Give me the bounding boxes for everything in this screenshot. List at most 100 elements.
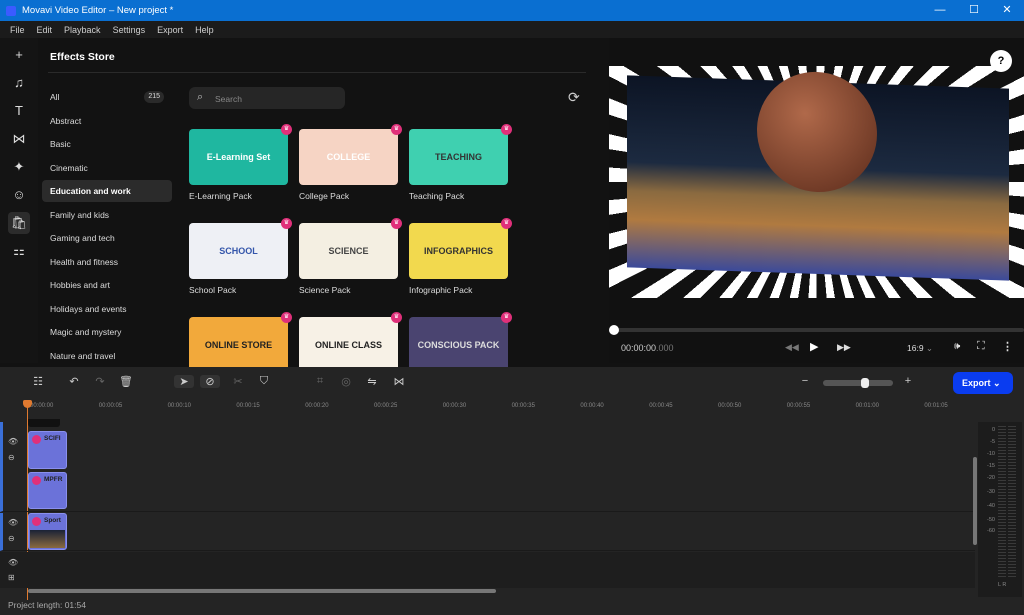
eye-icon[interactable]: 👁 (8, 437, 18, 446)
more-options-icon[interactable]: ⋮ (1002, 340, 1013, 353)
meter-channels: L R (998, 582, 1007, 588)
pack-card[interactable]: ONLINE STORE ♛ (189, 312, 292, 373)
category-item[interactable]: Abstract (42, 110, 172, 132)
pack-thumbnail[interactable]: SCIENCE (299, 223, 398, 279)
maximize-button[interactable]: ☐ (957, 0, 991, 21)
category-item[interactable]: Health and fitness (42, 251, 172, 273)
link-icon[interactable]: ⊖ (8, 534, 15, 543)
transitions-icon[interactable]: ⋈ (8, 128, 30, 150)
speed-icon[interactable]: ◎ (336, 375, 356, 388)
plus-icon[interactable]: + (8, 44, 30, 66)
zoom-slider[interactable] (823, 378, 893, 388)
crown-icon: ♛ (501, 124, 512, 135)
category-label: Holidays and events (50, 303, 127, 314)
minimize-button[interactable]: — (923, 0, 957, 21)
category-item[interactable]: Basic (42, 133, 172, 155)
redo-icon[interactable]: ↷ (90, 375, 110, 388)
category-item[interactable]: Education and work (42, 180, 172, 202)
category-item[interactable]: Holidays and events (42, 298, 172, 320)
pack-card[interactable]: E-Learning Set ♛ E-Learning Pack (189, 124, 292, 201)
pack-card[interactable]: SCHOOL ♛ School Pack (189, 218, 292, 295)
eye-icon[interactable]: 👁 (8, 518, 18, 527)
add-track-icon[interactable]: ☷ (28, 375, 48, 388)
razor-mode-icon[interactable]: ⊘ (200, 375, 220, 388)
pack-thumbnail[interactable]: SCHOOL (189, 223, 288, 279)
delete-icon[interactable]: 🗑 (116, 375, 136, 388)
category-label: Magic and mystery (50, 327, 122, 337)
track-overlay (0, 422, 975, 512)
pack-thumbnail[interactable]: ONLINE CLASS (299, 317, 398, 373)
menu-export[interactable]: Export (157, 25, 183, 35)
close-button[interactable]: ✕ (990, 0, 1024, 21)
timeline-clip[interactable]: Sport (28, 513, 67, 550)
menu-file[interactable]: File (10, 25, 25, 35)
fullscreen-icon[interactable]: ⛶ (977, 340, 985, 353)
text-icon[interactable]: T (8, 100, 30, 122)
pack-thumbnail[interactable]: COLLEGE (299, 129, 398, 185)
export-button[interactable]: Export ⌄ (953, 372, 1013, 394)
timeline-clip[interactable]: SCIFI (28, 431, 67, 469)
menu-edit[interactable]: Edit (37, 25, 53, 35)
pack-card[interactable]: ONLINE CLASS ♛ (299, 312, 402, 373)
preview-panel: ? 00:00:00.000 ◀◀ ▶ ▶▶ 16:9 ⌄ 🕪 ⛶ ⋮ (609, 38, 1024, 363)
undo-icon[interactable]: ↶ (64, 375, 84, 388)
menu-settings[interactable]: Settings (113, 25, 146, 35)
more-tools-icon[interactable]: ⚏ (8, 240, 30, 262)
category-item[interactable]: Family and kids (42, 204, 172, 226)
pack-thumbnail[interactable]: TEACHING (409, 129, 508, 185)
magic-icon[interactable]: ✦ (8, 156, 30, 178)
transition-icon[interactable]: ⋈ (389, 375, 409, 388)
pack-thumbnail[interactable]: INFOGRAPHICS (409, 223, 508, 279)
category-item[interactable]: Gaming and tech (42, 227, 172, 249)
meter-label: -10 (987, 451, 995, 457)
eye-icon[interactable]: 👁 (8, 558, 18, 567)
zoom-in-icon[interactable]: + (898, 375, 918, 387)
zoom-slider-handle[interactable] (861, 378, 869, 388)
menu-playback[interactable]: Playback (64, 25, 101, 35)
help-icon[interactable]: ? (990, 50, 1012, 72)
audio-icon[interactable]: ⊞ (8, 573, 15, 582)
playback-scrubber[interactable] (609, 325, 1024, 335)
select-tool-icon[interactable]: ➤ (174, 375, 194, 388)
volume-icon[interactable]: 🕪 (954, 341, 960, 352)
aspect-ratio-select[interactable]: 16:9 ⌄ (907, 343, 933, 354)
clip-top[interactable] (28, 419, 60, 427)
pack-card[interactable]: CONSCIOUS PACK ♛ (409, 312, 512, 373)
menu-help[interactable]: Help (195, 25, 214, 35)
category-item[interactable]: Cinematic (42, 157, 172, 179)
category-item[interactable]: All 215 (42, 86, 172, 108)
horizontal-scrollbar[interactable] (28, 589, 496, 593)
sticker-icon[interactable]: ☺ (8, 184, 30, 206)
adjust-icon[interactable]: ⇋ (362, 375, 382, 388)
cut-icon[interactable]: ✂ (228, 375, 248, 388)
meter-label: -40 (987, 503, 995, 509)
store-icon[interactable]: 🛍 (8, 212, 30, 234)
pack-card[interactable]: INFOGRAPHICS ♛ Infographic Pack (409, 218, 512, 295)
marker-icon[interactable]: ⛉ (254, 375, 274, 388)
crop-icon[interactable]: ⌗ (310, 375, 330, 388)
track-video (0, 513, 975, 551)
play-icon[interactable]: ▶ (810, 340, 818, 353)
pack-card[interactable]: COLLEGE ♛ College Pack (299, 124, 402, 201)
category-item[interactable]: Nature and travel (42, 345, 172, 367)
link-icon[interactable]: ⊖ (8, 453, 15, 462)
rewind-icon[interactable]: ◀◀ (785, 342, 799, 353)
search-input[interactable]: ⌕ Search (189, 87, 345, 109)
zoom-out-icon[interactable]: − (795, 375, 815, 387)
timeline-clip[interactable]: MPFR (28, 472, 67, 509)
refresh-icon[interactable]: ⟳ (568, 89, 580, 106)
pack-thumbnail[interactable]: CONSCIOUS PACK (409, 317, 508, 373)
pack-thumbnail[interactable]: ONLINE STORE (189, 317, 288, 373)
fast-forward-icon[interactable]: ▶▶ (837, 342, 851, 353)
scrubber-handle[interactable] (609, 325, 619, 335)
category-item[interactable]: Magic and mystery (42, 321, 172, 343)
pack-card[interactable]: TEACHING ♛ Teaching Pack (409, 124, 512, 201)
pack-card[interactable]: SCIENCE ♛ Science Pack (299, 218, 402, 295)
tool-sidebar: + ♫ T ⋈ ✦ ☺ 🛍 ⚏ (0, 38, 38, 363)
vertical-scrollbar[interactable] (973, 457, 977, 545)
category-item[interactable]: Hobbies and art (42, 274, 172, 296)
music-icon[interactable]: ♫ (8, 72, 30, 94)
pack-label: Teaching Pack (409, 191, 465, 201)
pack-thumbnail[interactable]: E-Learning Set (189, 129, 288, 185)
search-placeholder: Search (215, 94, 242, 104)
